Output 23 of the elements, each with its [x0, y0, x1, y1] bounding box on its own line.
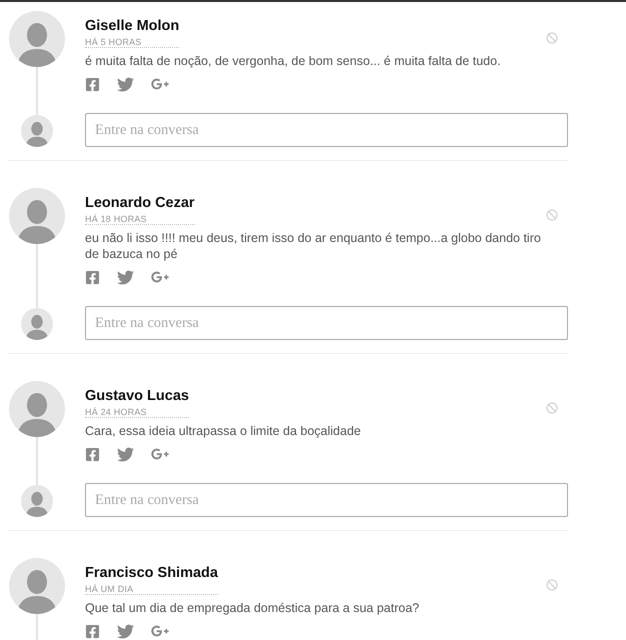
timestamp: HÁ 18 HORAS — [85, 214, 195, 225]
reply-field[interactable]: Entre na conversa — [85, 113, 568, 147]
author-name: Leonardo Cezar — [85, 195, 195, 211]
facebook-icon[interactable] — [85, 76, 100, 92]
author-name: Francisco Shimada — [85, 565, 218, 581]
twitter-icon[interactable] — [117, 446, 134, 462]
facebook-icon[interactable] — [85, 270, 100, 284]
comment-text: Que tal um dia de empregada doméstica para a sua patroa? — [85, 600, 420, 616]
timestamp: HÁ UM DIA — [85, 584, 218, 595]
timestamp: HÁ 5 HORAS — [85, 37, 180, 48]
author-name: Gustavo Lucas — [85, 388, 189, 404]
reply-field[interactable]: Entre na conversa — [85, 306, 568, 340]
facebook-icon[interactable] — [85, 446, 100, 462]
twitter-icon[interactable] — [117, 268, 134, 286]
timestamp: HÁ 24 HORAS — [85, 407, 189, 418]
comment-text: eu não li isso !!!! meu deus, tirem isso do ar enquanto é tempo...a globo dando tiro de bazuca no pé — [85, 230, 542, 262]
facebook-icon[interactable] — [85, 624, 100, 638]
reply-field[interactable]: Entre na conversa — [85, 483, 568, 517]
comment-text: Cara, essa ideia ultrapassa o limite da boçalidade — [85, 423, 362, 439]
twitter-icon[interactable] — [117, 622, 134, 640]
author-name: Giselle Molon — [85, 18, 180, 34]
comment-text: é muita falta de noção, de vergonha, de bom senso... é muita falta de tudo. — [85, 53, 502, 69]
twitter-icon[interactable] — [117, 76, 134, 92]
